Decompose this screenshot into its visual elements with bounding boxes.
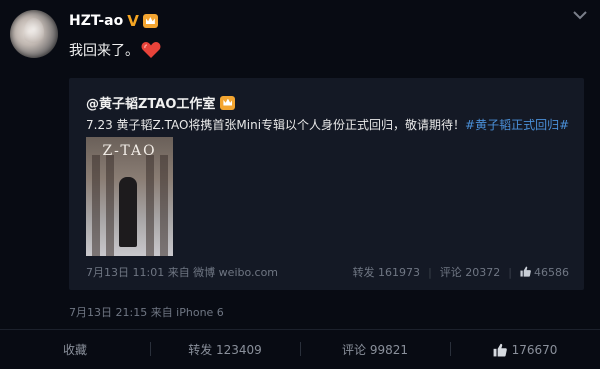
avatar[interactable] [10,10,58,58]
favorite-button[interactable]: 收藏 [0,330,150,369]
repost-label: 转发 123409 [188,343,262,357]
repost-time[interactable]: 7月13日 11:01 来自 微博 weibo.com [86,266,278,279]
like-button[interactable]: 176670 [450,330,600,369]
comment-button[interactable]: 评论 99821 [300,330,450,369]
reposted-weibo[interactable]: @黄子韬ZTAO工作室 7.23 黄子韬Z.TAO将携首张Mini专辑以个人身份… [69,78,584,290]
thumbs-up-icon [493,343,507,357]
divider: | [428,265,432,279]
repost-footer: 7月13日 11:01 来自 微博 weibo.com 转发 161973 | … [86,264,569,280]
username-text[interactable]: HZT-ao [69,13,123,29]
action-bar: 收藏 转发 123409 评论 99821 176670 [0,329,600,369]
post-author[interactable]: HZT-ao V [69,13,158,29]
repost-comment-count[interactable]: 评论 20372 [440,264,501,280]
chevron-down-icon[interactable] [573,10,587,20]
repost-text: 7.23 黄子韬Z.TAO将携首张Mini专辑以个人身份正式回归，敬请期待！#黄… [86,116,569,133]
repost-text-main: 7.23 黄子韬Z.TAO将携首张Mini专辑以个人身份正式回归，敬请期待！ [86,118,466,132]
crown-badge-icon [220,95,236,110]
heart-emoji-icon [141,42,161,58]
post-time[interactable]: 7月13日 21:15 来自 iPhone 6 [69,304,224,320]
poster-image[interactable]: Z-TAO [86,137,173,256]
figure-silhouette [119,177,137,247]
like-count: 176670 [511,342,558,357]
repost-author[interactable]: @黄子韬ZTAO工作室 [86,93,236,112]
poster-title: Z-TAO [102,143,157,159]
repost-stats: 转发 161973 | 评论 20372 | 46586 [353,264,569,280]
repost-like[interactable]: 46586 [520,266,569,279]
verified-icon: V [127,11,139,30]
crown-badge-icon [142,14,158,28]
post-text: 我回来了。 [69,43,139,59]
divider: | [508,265,512,279]
favorite-label: 收藏 [62,343,87,357]
post-body: 我回来了。 [69,40,161,60]
thumbs-up-icon [520,266,531,277]
repost-like-count: 46586 [534,265,569,279]
comment-label: 评论 99821 [342,343,408,357]
repost-author-name[interactable]: @黄子韬ZTAO工作室 [86,93,215,112]
hashtag-link[interactable]: #黄子韬正式回归# [465,118,569,132]
repost-button[interactable]: 转发 123409 [150,330,300,369]
repost-repost-count[interactable]: 转发 161973 [353,264,421,280]
